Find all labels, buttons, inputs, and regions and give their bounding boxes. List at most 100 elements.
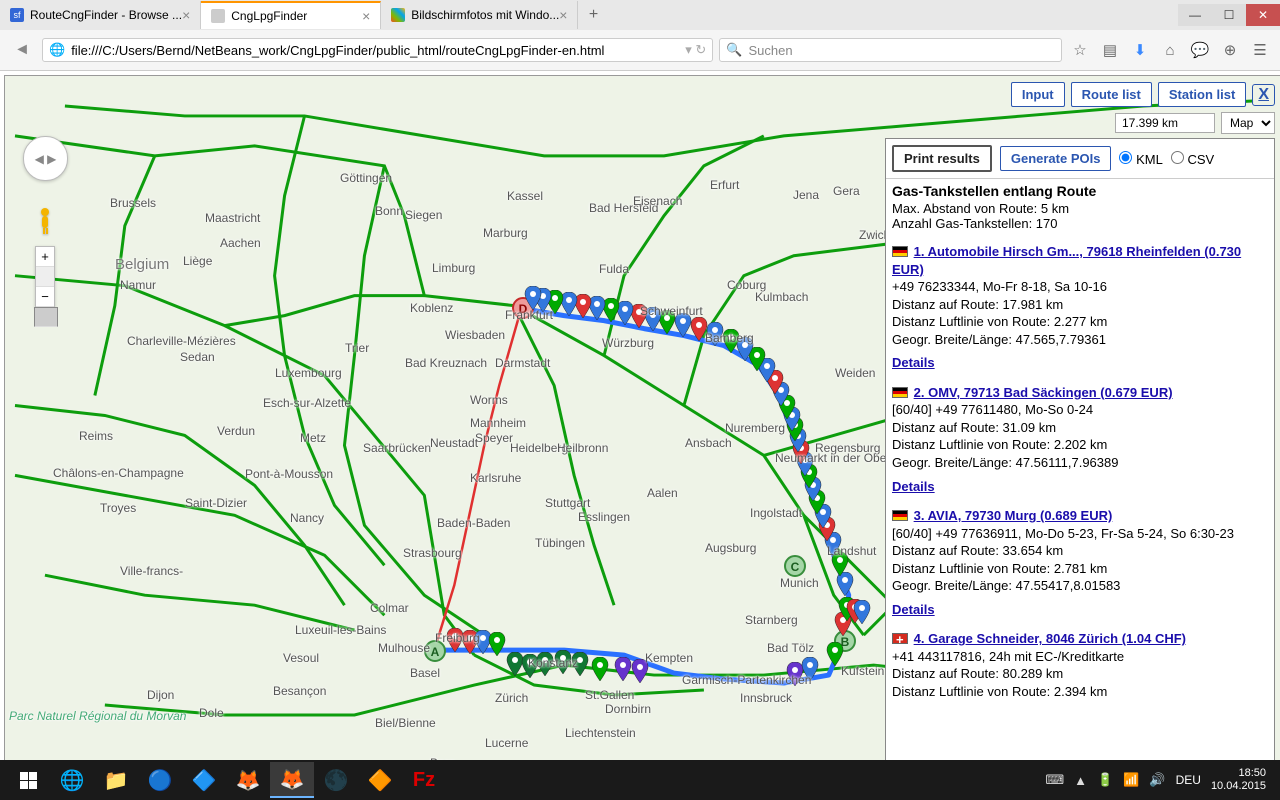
map-zoom-control[interactable]: + − [35,246,55,308]
kml-radio[interactable] [1119,151,1132,164]
battery-icon[interactable]: 🔋 [1097,772,1113,788]
clock[interactable]: 18:50 10.04.2015 [1211,767,1266,792]
city-label: Darmstadt [495,356,550,370]
taskbar-app-icon[interactable]: 🔷 [182,762,226,798]
new-tab-button[interactable]: + [578,6,608,24]
tab-0[interactable]: sf RouteCngFinder - Browse ... × [0,1,201,29]
city-label: Biel/Bienne [375,716,436,730]
close-icon[interactable]: × [362,8,370,24]
city-label: Freiburg [435,631,480,645]
city-label: Kufstein [841,664,884,678]
city-label: Charleville-Mézières [127,334,236,348]
results-panel[interactable]: Print results Generate POIs KML CSV Gas-… [885,138,1275,770]
results-count: Anzahl Gas-Tankstellen: 170 [892,216,1268,231]
station-entry: 3. AVIA, 79730 Murg (0.689 EUR)[60/40] +… [892,507,1268,618]
zoom-in-button[interactable]: + [36,247,54,267]
taskbar-xampp-icon[interactable]: 🔶 [358,762,402,798]
search-placeholder: Suchen [749,43,793,58]
tab-2[interactable]: Bildschirmfotos mit Windo... × [381,1,578,29]
pegman-icon[interactable] [33,206,57,236]
waypoint-c[interactable]: C [784,555,806,577]
taskbar-firefox-icon[interactable]: 🦊 [270,762,314,798]
minimize-button[interactable]: — [1178,4,1212,26]
results-max-distance: Max. Abstand von Route: 5 km [892,201,1268,216]
network-icon[interactable]: 📶 [1123,772,1139,788]
city-label: Speyer [475,431,513,445]
distance-input[interactable] [1115,113,1215,133]
map-type-select[interactable]: Map [1221,112,1275,134]
city-label: Luxembourg [275,366,342,380]
back-button[interactable]: ◄ [8,36,36,64]
tray-up-icon[interactable]: ▲ [1074,773,1087,788]
dropdown-icon[interactable]: ▾ ↻ [685,42,706,58]
close-icon[interactable]: × [182,7,190,23]
city-label: Fulda [599,262,629,276]
city-label: Kassel [507,189,543,203]
station-link[interactable]: 3. AVIA, 79730 Murg (0.689 EUR) [914,508,1113,523]
print-results-button[interactable]: Print results [892,145,992,172]
bookmark-icon[interactable]: ☆ [1068,38,1092,62]
download-icon[interactable]: ⬇ [1128,38,1152,62]
home-icon[interactable]: ⌂ [1158,38,1182,62]
menu-icon[interactable]: ☰ [1248,38,1272,62]
city-label: Heilbronn [557,441,608,455]
details-link[interactable]: Details [892,478,935,496]
station-list-button[interactable]: Station list [1158,82,1246,107]
city-label: Eisenach [633,194,682,208]
lang-indicator[interactable]: DEU [1176,773,1201,787]
city-label: Maastricht [205,211,260,225]
route-list-button[interactable]: Route list [1071,82,1152,107]
reader-icon[interactable]: ▤ [1098,38,1122,62]
city-label: Göttingen [340,171,392,185]
taskbar-chrome-icon[interactable]: 🔵 [138,762,182,798]
close-window-button[interactable]: ✕ [1246,4,1280,26]
search-box[interactable]: 🔍 Suchen [719,38,1062,62]
station-marker[interactable] [614,657,632,683]
details-link[interactable]: Details [892,601,935,619]
station-link[interactable]: 4. Garage Schneider, 8046 Zürich (1.04 C… [914,631,1186,646]
keyboard-icon[interactable]: ⌨ [1045,772,1064,788]
city-label: Dijon [147,688,174,702]
city-label: Dornbirn [605,702,651,716]
station-link[interactable]: 2. OMV, 79713 Bad Säckingen (0.679 EUR) [914,385,1173,400]
url-bar[interactable]: 🌐 file:///C:/Users/Bernd/NetBeans_work/C… [42,38,713,62]
city-label: Liechtenstein [565,726,636,740]
station-entry: 2. OMV, 79713 Bad Säckingen (0.679 EUR)[… [892,384,1268,495]
csv-radio[interactable] [1171,151,1184,164]
city-label: Ingolstadt [750,506,802,520]
station-marker[interactable] [853,600,871,626]
city-label: Namur [120,278,156,292]
taskbar-eclipse-icon[interactable]: 🌑 [314,762,358,798]
zoom-slider[interactable] [36,267,54,287]
taskbar-ie-icon[interactable]: 🌐 [50,762,94,798]
details-link[interactable]: Details [892,354,935,372]
generate-pois-button[interactable]: Generate POIs [1000,146,1112,171]
city-label: Esch-sur-Alzette [263,396,351,410]
station-marker[interactable] [591,657,609,683]
taskbar-filezilla-icon[interactable]: Fz [402,762,446,798]
kml-radio-label[interactable]: KML [1119,151,1162,167]
start-button[interactable] [6,762,50,798]
favicon-generic [211,9,225,23]
chat-icon[interactable]: 💬 [1188,38,1212,62]
taskbar-gimp-icon[interactable]: 🦊 [226,762,270,798]
taskbar-explorer-icon[interactable]: 📁 [94,762,138,798]
input-button[interactable]: Input [1011,82,1065,107]
csv-radio-label[interactable]: CSV [1171,151,1214,167]
city-label: Colmar [370,601,409,615]
city-label: Siegen [405,208,442,222]
close-icon[interactable]: × [559,7,567,23]
close-panel-button[interactable]: X [1252,84,1275,106]
city-label: Saarbrücken [363,441,431,455]
station-link[interactable]: 1. Automobile Hirsch Gm..., 79618 Rheinf… [892,244,1241,277]
maximize-button[interactable]: ☐ [1212,4,1246,26]
zoom-out-button[interactable]: − [36,287,54,307]
globe2-icon[interactable]: ⊕ [1218,38,1242,62]
tab-1[interactable]: CngLpgFinder × [201,1,381,29]
station-marker[interactable] [488,632,506,658]
volume-icon[interactable]: 🔊 [1149,772,1165,788]
map-pan-control[interactable]: ◀ ▶ [23,136,68,181]
system-tray: ⌨ ▲ 🔋 📶 🔊 DEU 18:50 10.04.2015 [1045,767,1274,792]
city-label: Wiesbaden [445,328,505,342]
flag-icon [892,387,908,398]
